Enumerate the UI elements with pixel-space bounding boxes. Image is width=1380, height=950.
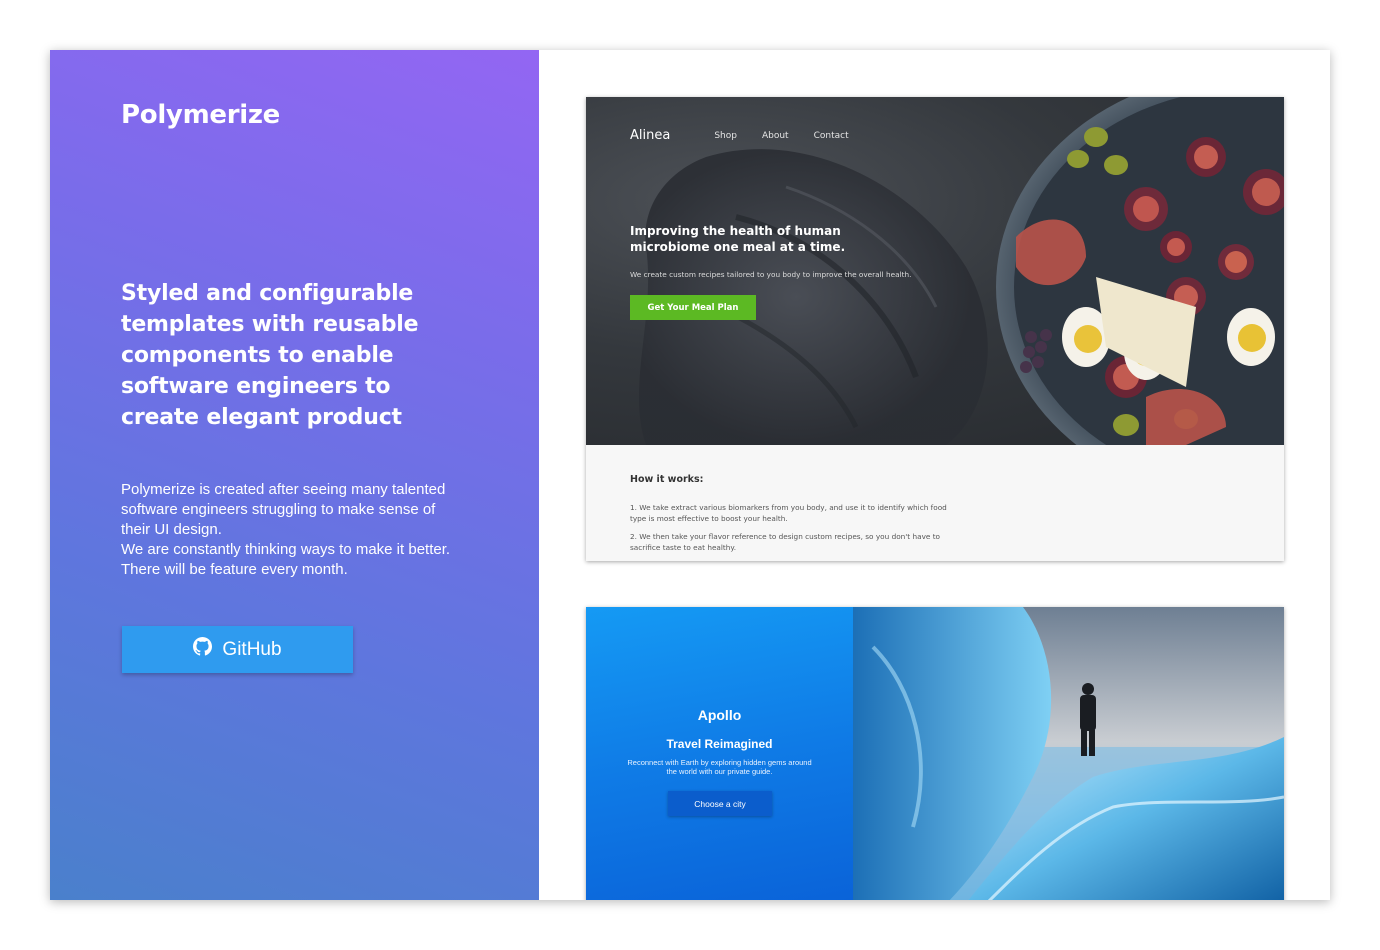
alinea-template-preview[interactable]: Alinea Shop About Contact Improving the … xyxy=(586,97,1284,561)
github-button-label: GitHub xyxy=(222,638,282,660)
alinea-nav-contact[interactable]: Contact xyxy=(814,131,849,141)
github-icon xyxy=(193,637,213,662)
brand-logo[interactable]: Polymerize xyxy=(121,100,280,130)
choose-city-button[interactable]: Choose a city xyxy=(668,791,772,816)
alinea-hero-title: Improving the health of human microbiome… xyxy=(630,224,846,254)
headline: Styled and configurable templates with r… xyxy=(121,281,419,430)
page-frame: Polymerize Styled and configurable templ… xyxy=(50,50,1330,900)
apollo-description: Reconnect with Earth by exploring hidden… xyxy=(627,758,812,776)
alinea-hero: Alinea Shop About Contact Improving the … xyxy=(586,97,1284,445)
hero-panel: Polymerize Styled and configurable templ… xyxy=(50,50,539,900)
github-button[interactable]: GitHub xyxy=(122,626,353,673)
description-line-1: Polymerize is created after seeing many … xyxy=(121,481,446,538)
apollo-logo: Apollo xyxy=(697,707,742,723)
description-line-2: We are constantly thinking ways to make … xyxy=(121,541,451,578)
alinea-logo[interactable]: Alinea xyxy=(630,128,670,143)
how-it-works-title: How it works: xyxy=(630,474,704,485)
description: Polymerize is created after seeing many … xyxy=(121,480,466,580)
alinea-nav-about[interactable]: About xyxy=(762,131,789,141)
alinea-hero-subtitle: We create custom recipes tailored to you… xyxy=(630,270,912,279)
alinea-nav-shop[interactable]: Shop xyxy=(714,131,737,141)
apollo-hero-panel: Apollo Travel Reimagined Reconnect with … xyxy=(586,607,853,900)
get-meal-plan-button[interactable]: Get Your Meal Plan xyxy=(630,295,756,320)
alinea-nav: Alinea Shop About Contact xyxy=(630,128,874,143)
apollo-tagline: Travel Reimagined xyxy=(666,737,773,751)
how-step-1: 1. We take extract various biomarkers fr… xyxy=(630,503,947,523)
apollo-template-preview[interactable]: Apollo Travel Reimagined Reconnect with … xyxy=(586,607,1284,900)
apollo-hero-image xyxy=(853,607,1284,900)
how-step-2: 2. We then take your flavor reference to… xyxy=(630,532,941,552)
